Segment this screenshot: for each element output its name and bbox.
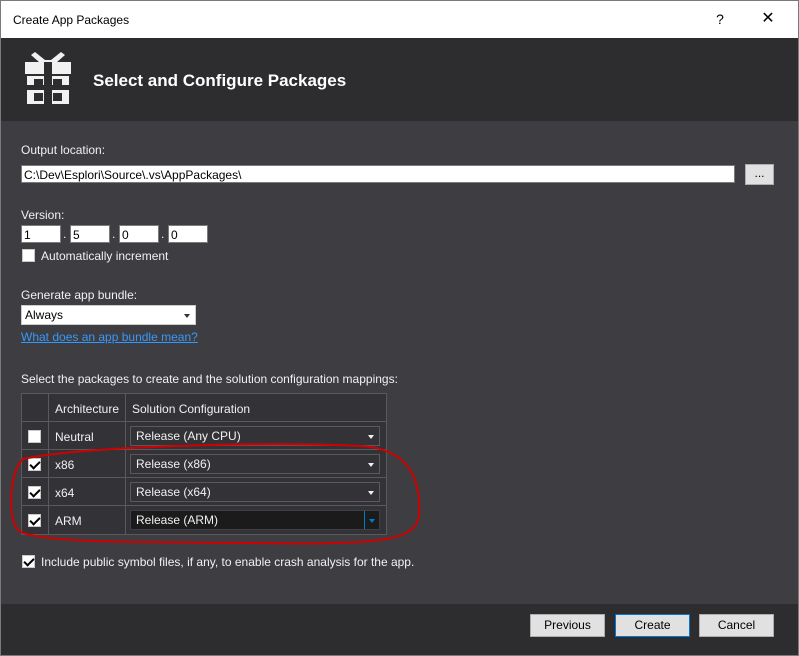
architecture-cell: ARM	[55, 514, 82, 528]
table-header-architecture: Architecture	[49, 394, 126, 422]
output-location-label: Output location:	[21, 143, 106, 157]
package-gift-icon	[25, 52, 71, 104]
table-cell: Neutral	[49, 422, 126, 450]
table-row	[22, 506, 49, 534]
version-major-input[interactable]: 1	[21, 225, 61, 243]
table-row	[22, 478, 49, 506]
bundle-dropdown-value: Always	[25, 308, 64, 322]
dropdown-toggle[interactable]	[364, 511, 379, 529]
table-row	[22, 450, 49, 478]
help-button[interactable]: ?	[705, 7, 735, 31]
bundle-help-link[interactable]: What does an app bundle mean?	[21, 330, 198, 344]
architecture-cell: Neutral	[55, 430, 94, 444]
bundle-label: Generate app bundle:	[21, 288, 138, 302]
package-checkbox-x64[interactable]	[28, 486, 41, 499]
page-title: Select and Configure Packages	[93, 71, 347, 90]
configuration-dropdown-x86[interactable]: Release (x86)	[130, 454, 380, 474]
table-row	[22, 422, 49, 450]
table-header-select	[22, 394, 49, 422]
chevron-down-icon	[368, 463, 374, 467]
version-build-input[interactable]: 0	[119, 225, 159, 243]
close-button[interactable]: ✕	[753, 7, 783, 31]
auto-increment-checkbox[interactable]	[22, 249, 35, 262]
configuration-value: Release (x86)	[136, 457, 211, 471]
package-checkbox-arm[interactable]	[28, 514, 41, 527]
package-checkbox-x86[interactable]	[28, 458, 41, 471]
table-cell: Release (Any CPU)	[126, 422, 386, 450]
version-separator: .	[161, 227, 165, 241]
version-revision-input[interactable]: 0	[168, 225, 208, 243]
package-checkbox-neutral[interactable]	[28, 430, 41, 443]
configuration-dropdown-neutral[interactable]: Release (Any CPU)	[130, 426, 380, 446]
public-symbols-checkbox[interactable]	[22, 555, 35, 568]
configuration-header: Solution Configuration	[132, 402, 251, 416]
previous-button[interactable]: Previous	[530, 614, 605, 637]
table-cell: x86	[49, 450, 126, 478]
version-separator: .	[63, 227, 67, 241]
browse-button[interactable]: ...	[745, 164, 774, 185]
window-title: Create App Packages	[13, 13, 130, 27]
create-app-packages-dialog: Create App Packages ? ✕ Select and Confi…	[0, 0, 799, 656]
configuration-dropdown-x64[interactable]: Release (x64)	[130, 482, 380, 502]
bundle-dropdown[interactable]: Always	[21, 305, 196, 325]
chevron-down-icon	[368, 435, 374, 439]
public-symbols-label: Include public symbol files, if any, to …	[41, 555, 415, 569]
cancel-button[interactable]: Cancel	[699, 614, 774, 637]
version-minor-input[interactable]: 5	[70, 225, 110, 243]
configuration-dropdown-arm[interactable]: Release (ARM)	[130, 510, 380, 530]
table-cell: Release (x64)	[126, 478, 386, 506]
architecture-header: Architecture	[55, 402, 120, 416]
output-location-input[interactable]: C:\Dev\Esplori\Source\.vs\AppPackages\	[21, 165, 735, 183]
title-bar: Create App Packages ? ✕	[1, 1, 798, 38]
version-label: Version:	[21, 208, 65, 222]
architecture-cell: x86	[55, 458, 75, 472]
configuration-value: Release (ARM)	[136, 513, 219, 527]
table-header-configuration: Solution Configuration	[126, 394, 386, 422]
architecture-cell: x64	[55, 486, 75, 500]
configuration-value: Release (x64)	[136, 485, 211, 499]
configuration-value: Release (Any CPU)	[136, 429, 241, 443]
dialog-footer: Previous Create Cancel	[1, 604, 798, 655]
content-panel: Output location: C:\Dev\Esplori\Source\.…	[1, 121, 798, 604]
table-cell: x64	[49, 478, 126, 506]
packages-table: Architecture Solution Configuration Neut…	[21, 393, 387, 535]
table-cell: Release (ARM)	[126, 506, 386, 534]
table-cell: ARM	[49, 506, 126, 534]
packages-instructions: Select the packages to create and the so…	[21, 372, 398, 386]
auto-increment-label: Automatically increment	[41, 249, 169, 263]
version-separator: .	[112, 227, 116, 241]
dialog-header: Select and Configure Packages	[1, 38, 798, 121]
create-button[interactable]: Create	[615, 614, 690, 637]
chevron-down-icon	[184, 314, 190, 318]
chevron-down-icon	[368, 491, 374, 495]
chevron-down-icon	[369, 519, 375, 523]
table-cell: Release (x86)	[126, 450, 386, 478]
